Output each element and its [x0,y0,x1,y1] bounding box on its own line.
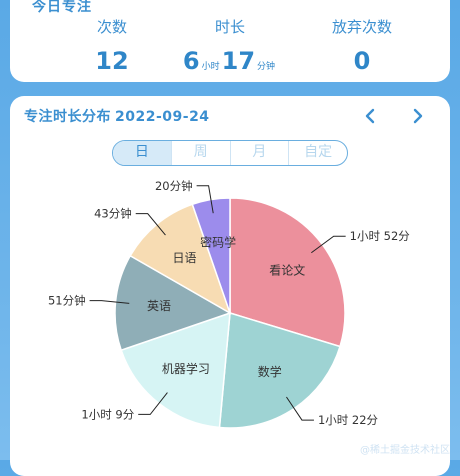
duration-hours-unit: 小时 [201,62,220,72]
watermark: @稀土掘金技术社区 [360,445,450,456]
slice-name-label: 英语 [147,299,171,313]
slice-name-label: 数学 [258,364,282,379]
slice-value-label: 20分钟 [155,179,193,193]
duration-minutes: 17 [221,47,256,75]
stat-duration-label: 时长 [214,18,245,36]
stat-count: 次数 12 [52,16,172,76]
stat-giveup: 放弃次数 0 [302,16,422,76]
slice-value-label: 51分钟 [48,294,86,308]
stat-duration: 时长 6 小时17 分钟 [170,16,290,76]
pie-chart: 看论文 1小时 52分数学 1小时 22分 机器学习 1小时 9分 英语 51分钟 日语 43分… [48,179,411,429]
stat-giveup-value: 0 [353,47,371,75]
stat-count-label: 次数 [96,18,127,36]
stat-duration-value: 6 小时17 分钟 [170,46,290,76]
slice-name-label: 日语 [173,251,197,265]
summary-card: 今日专注 次数 12 时长 6 小时17 分钟 放弃次数 0 [10,0,450,82]
slice-value-label: 1小时 22分 [318,413,379,427]
stat-count-value: 12 [95,47,129,75]
duration-hours: 6 [182,47,200,75]
slice-value-label: 43分钟 [94,207,132,221]
slice-name-label: 机器学习 [162,361,210,376]
slice-value-label: 1小时 9分 [81,407,134,421]
duration-minutes-unit: 分钟 [257,62,276,72]
slice-value-label: 1小时 52分 [350,229,411,243]
distribution-card: 专注时长分布 2022-09-24 日 周 月 自定 看论文 1小时 52分 数学 1小… [10,96,450,476]
stat-giveup-label: 放弃次数 [331,18,392,36]
slice-name-label: 看论文 [269,263,305,278]
slice-name-label: 密码学 [200,235,236,250]
summary-title: 今日专注 [32,0,92,15]
